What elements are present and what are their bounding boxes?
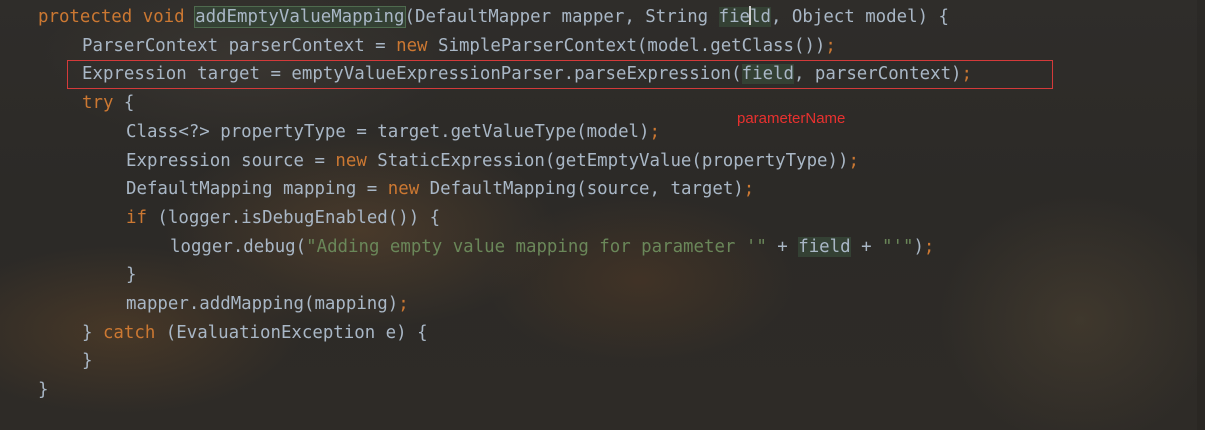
- param-field-part1: fie: [718, 7, 751, 27]
- code-text: +: [850, 237, 883, 257]
- keyword-if: if: [126, 208, 147, 228]
- code-text: }: [82, 323, 103, 343]
- string-literal: "Adding empty value mapping for paramete…: [306, 237, 767, 257]
- code-text: Expression source =: [126, 151, 336, 171]
- param-field-part2: ld: [750, 7, 771, 27]
- code-text: {: [113, 93, 135, 113]
- code-line-9[interactable]: logger.debug("Adding empty value mapping…: [170, 233, 934, 261]
- code-text: (logger.isDebugEnabled()) {: [146, 208, 441, 228]
- code-line-8[interactable]: if (logger.isDebugEnabled()) {: [126, 204, 440, 232]
- code-text: DefaultMapping(source, target): [419, 179, 744, 199]
- closing-brace: }: [38, 380, 49, 400]
- method-name[interactable]: addEmptyValueMapping: [194, 6, 406, 28]
- code-text: StaticExpression(getEmptyValue(propertyT…: [366, 151, 849, 171]
- keyword-catch: catch: [102, 323, 156, 343]
- code-line-13[interactable]: }: [82, 347, 92, 375]
- code-line-2[interactable]: ParserContext parserContext = new Simple…: [82, 32, 836, 60]
- highlight-box: [67, 60, 1053, 89]
- keyword-new: new: [335, 151, 367, 171]
- code-text: DefaultMapping mapping =: [126, 179, 388, 199]
- keyword-new: new: [387, 179, 420, 199]
- code-text: mapper.addMapping(mapping): [126, 294, 399, 314]
- code-text: (EvaluationException e) {: [155, 323, 428, 343]
- keyword-protected: protected: [38, 7, 133, 27]
- code-line-7[interactable]: DefaultMapping mapping = new DefaultMapp…: [126, 175, 754, 203]
- param-field-declaration[interactable]: field: [718, 6, 771, 27]
- annotation-label: parameterName: [737, 110, 846, 127]
- code-line-14[interactable]: }: [38, 376, 48, 404]
- code-editor[interactable]: protected void addEmptyValueMapping(Defa…: [0, 0, 1205, 430]
- code-line-4[interactable]: try {: [82, 89, 134, 117]
- keyword-new: new: [396, 36, 428, 56]
- code-text: Class<?> propertyType = target.getValueT…: [126, 122, 650, 142]
- vertical-scrollbar[interactable]: [1197, 0, 1205, 430]
- code-line-12[interactable]: } catch (EvaluationException e) {: [82, 319, 428, 347]
- field-usage[interactable]: field: [798, 237, 851, 257]
- code-line-6[interactable]: Expression source = new StaticExpression…: [126, 147, 859, 175]
- code-line-10[interactable]: }: [126, 261, 136, 289]
- keyword-try: try: [82, 93, 114, 113]
- code-text: ): [913, 237, 924, 257]
- semicolon: ;: [825, 36, 836, 56]
- keyword-void: void: [142, 7, 185, 27]
- code-text: +: [766, 237, 799, 257]
- code-text: SimpleParserContext(model.getClass()): [427, 36, 826, 56]
- semicolon: ;: [649, 122, 660, 142]
- method-params-text: (DefaultMapper mapper, String: [404, 7, 719, 27]
- code-line-5[interactable]: Class<?> propertyType = target.getValueT…: [126, 118, 660, 146]
- closing-brace: }: [126, 265, 137, 285]
- closing-brace: }: [82, 351, 93, 371]
- semicolon: ;: [743, 179, 755, 199]
- string-literal: "'": [882, 237, 914, 257]
- semicolon: ;: [923, 237, 935, 257]
- semicolon: ;: [398, 294, 409, 314]
- code-line-11[interactable]: mapper.addMapping(mapping);: [126, 290, 409, 318]
- method-params-text-2: , Object model) {: [770, 7, 949, 27]
- code-text: logger.debug(: [170, 237, 307, 257]
- code-text: ParserContext parserContext =: [82, 36, 397, 56]
- semicolon: ;: [848, 151, 859, 171]
- code-line-1[interactable]: protected void addEmptyValueMapping(Defa…: [38, 3, 949, 31]
